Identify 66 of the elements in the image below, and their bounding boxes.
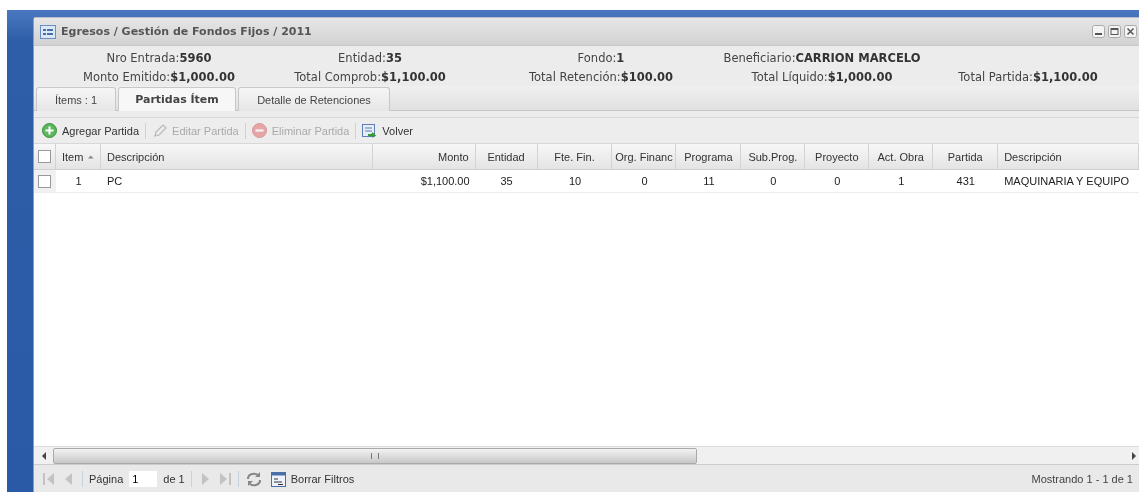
pencil-icon: [152, 123, 168, 138]
minimize-icon[interactable]: [1092, 25, 1105, 38]
table-cell-text: 35: [499, 174, 514, 189]
page-field[interactable]: 1: [129, 471, 158, 487]
field-value: 35: [385, 50, 402, 65]
scroll-left-icon[interactable]: [42, 451, 46, 460]
paging-summary: Mostrando 1 - 1 de 1: [1031, 473, 1133, 485]
column-header[interactable]: Org. Financ: [612, 144, 677, 169]
page-count: de 1: [163, 473, 185, 485]
table-cell-text: 1: [897, 174, 906, 189]
column-header[interactable]: Fte. Fin.: [537, 144, 613, 169]
field-value: 5960: [179, 50, 212, 65]
window-icon: [40, 24, 56, 39]
field-label: Entidad:: [338, 50, 386, 65]
column-header[interactable]: Programa: [676, 144, 742, 169]
clear-filters-button[interactable]: Borrar Filtros: [268, 471, 357, 487]
field-value: CARRION MARCELO: [795, 50, 921, 65]
table-cell-text: 0: [640, 174, 649, 189]
column-header[interactable]: Proyecto: [805, 144, 870, 169]
column-header[interactable]: Partida: [933, 144, 999, 169]
table-cell-text: 431: [955, 174, 976, 189]
tab[interactable]: Ítems : 1: [36, 87, 116, 111]
checkbox[interactable]: [38, 174, 52, 188]
field-label: Total Partida:: [958, 69, 1033, 84]
table-cell-text: $1,100.00: [419, 174, 471, 189]
table-cell-text: MAQUINARIA Y EQUIPO: [1003, 174, 1131, 189]
column-header[interactable]: Item: [56, 144, 101, 169]
column-header[interactable]: Sub.Prog.: [741, 144, 806, 169]
field-label: Nro Entrada:: [106, 50, 180, 65]
field-label: Total Comprob:: [294, 69, 381, 84]
table-cell-text: 1: [74, 174, 83, 189]
tab[interactable]: Detalle de Retenciones: [238, 87, 390, 111]
column-header[interactable]: Monto: [372, 144, 476, 169]
minus-circle-icon: [251, 123, 267, 138]
add-icon: [42, 123, 57, 138]
refresh-icon[interactable]: [244, 471, 263, 487]
column-header[interactable]: Descripción: [100, 144, 373, 169]
scroll-right-icon[interactable]: [1132, 451, 1136, 460]
field-value: $1,000.00: [170, 69, 235, 84]
toolbar-button[interactable]: Agregar Partida: [38, 123, 144, 138]
window-title: Egresos / Gestión de Fondos Fijos / 2011: [61, 25, 312, 38]
column-header[interactable]: Act. Obra: [869, 144, 934, 169]
toolbar-button[interactable]: Volver: [358, 123, 417, 138]
column-header[interactable]: Descripción: [998, 144, 1139, 169]
field-value: $100.00: [620, 69, 673, 84]
table-cell-text: 10: [567, 174, 583, 189]
field-label: Total Líquido:: [751, 69, 828, 84]
page-label: Página: [89, 473, 124, 485]
field-label: Monto Emitido:: [83, 69, 171, 84]
tab[interactable]: Partidas Ítem: [118, 87, 236, 111]
close-icon[interactable]: [1124, 25, 1137, 38]
checkbox[interactable]: [38, 150, 51, 163]
field-value: $1,100.00: [381, 69, 446, 84]
field-value: $1,100.00: [1032, 69, 1098, 84]
table-cell-text: PC: [105, 174, 124, 189]
table-cell-text: 0: [833, 174, 842, 189]
column-header[interactable]: Entidad: [475, 144, 538, 169]
field-label: Fondo:: [577, 50, 617, 65]
field-value: $1,000.00: [827, 69, 893, 84]
field-value: 1: [616, 50, 625, 65]
table-cell-text: 0: [769, 174, 778, 189]
maximize-icon[interactable]: [1108, 25, 1121, 38]
filter-list-icon: [270, 471, 286, 487]
table-cell-text: 11: [702, 174, 716, 189]
field-label: Total Retención:: [528, 69, 621, 84]
field-label: Beneficiario:: [723, 50, 796, 65]
